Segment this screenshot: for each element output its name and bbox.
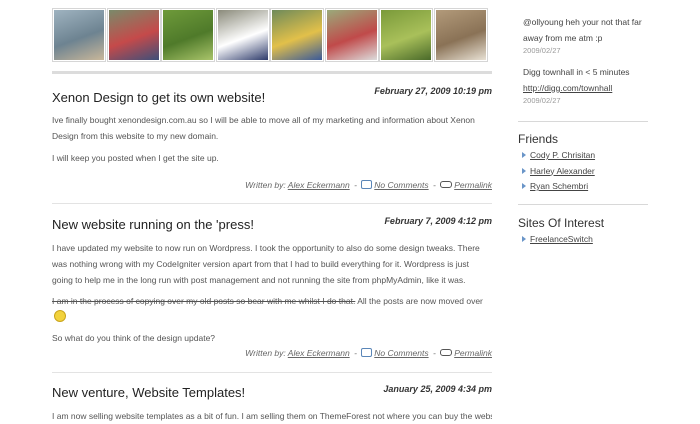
blog-post: February 27, 2009 10:19 pm Xenon Design …: [52, 86, 492, 196]
cyclists-photo-3: [272, 10, 322, 60]
author-link[interactable]: Alex Eckermann: [288, 348, 350, 358]
friends-heading: Friends: [518, 132, 559, 146]
meta-separator: -: [354, 348, 357, 358]
post-paragraph: I have updated my website to now run on …: [52, 243, 480, 285]
peloton-photo: [326, 10, 377, 60]
cyclists-photo-3-thumbnail[interactable]: [270, 8, 324, 62]
permalink-link[interactable]: Permalink: [454, 348, 492, 358]
tweet-timestamp: 2009/02/27: [523, 96, 561, 105]
post-body: I am now selling website templates as a …: [52, 408, 492, 424]
post-paragraph: I will keep you posted when I get the si…: [52, 153, 219, 163]
meta-separator: -: [354, 180, 357, 190]
sand-shell-photo-thumbnail[interactable]: [433, 8, 488, 62]
bullet-arrow-icon: [522, 236, 526, 242]
friends-list: Cody P. Chrisitan Harley Alexander Ryan …: [522, 148, 595, 195]
meta-separator: -: [432, 180, 436, 190]
bullet-arrow-icon: [522, 167, 526, 174]
post-paragraph: So what do you think of the design updat…: [52, 333, 216, 343]
post-paragraph: I am now selling website templates as a …: [52, 411, 492, 421]
friend-link[interactable]: Ryan Schembri: [530, 181, 588, 191]
beach-photo-thumbnail[interactable]: [52, 8, 106, 62]
site-link[interactable]: FreelanceSwitch: [530, 234, 593, 244]
sand-shell-photo: [435, 10, 486, 60]
cyclists-photo-2: [217, 10, 268, 60]
bullet-arrow-icon: [522, 183, 526, 189]
cyclists-photo-2-thumbnail[interactable]: [215, 8, 270, 62]
comments-link[interactable]: No Comments: [374, 348, 428, 358]
post-divider: [52, 203, 492, 204]
written-by-label: Written by:: [245, 348, 286, 358]
post-date: January 25, 2009 4:34 pm: [383, 384, 492, 394]
tweet: Digg townhall in < 5 minutes http://digg…: [523, 64, 643, 106]
update-text: All the posts are now moved over: [355, 296, 483, 306]
grapes-photo-thumbnail[interactable]: [379, 8, 433, 62]
post-title-link[interactable]: Xenon Design to get its own website!: [52, 90, 265, 105]
post-date: February 27, 2009 10:19 pm: [374, 86, 492, 96]
post-meta: Written by: Alex Eckermann - No Comments…: [245, 180, 492, 190]
cyclists-photo-1-thumbnail[interactable]: [106, 8, 161, 62]
post-body: Ive finally bought xenondesign.com.au so…: [52, 112, 492, 166]
site-item: FreelanceSwitch: [522, 232, 593, 248]
sites-heading: Sites Of Interest: [518, 216, 605, 230]
post-paragraph: Ive finally bought xenondesign.com.au so…: [52, 115, 475, 141]
header-divider: [52, 71, 492, 74]
sites-list: FreelanceSwitch: [522, 232, 593, 248]
cyclists-photo-1: [108, 10, 159, 60]
chain-link-icon: [440, 349, 453, 356]
friend-item: Ryan Schembri: [522, 179, 595, 195]
written-by-label: Written by:: [245, 180, 286, 190]
meta-separator: -: [432, 348, 436, 358]
tweet-text: Digg townhall in < 5 minutes: [523, 67, 630, 77]
vine-leaves-photo: [163, 10, 213, 60]
post-paragraph: I am in the process of copying over my o…: [52, 293, 492, 325]
comment-bubble-icon: [361, 348, 373, 357]
friend-item: Harley Alexander: [522, 164, 595, 180]
post-date: February 7, 2009 4:12 pm: [384, 216, 492, 226]
grapes-photo: [381, 10, 431, 60]
tweet-text: @ollyoung heh your not that far away fro…: [523, 17, 642, 43]
post-title-link[interactable]: New venture, Website Templates!: [52, 385, 245, 400]
post-title-link[interactable]: New website running on the 'press!: [52, 217, 254, 232]
photo-thumbnail-strip: [52, 8, 492, 62]
friend-link[interactable]: Cody P. Chrisitan: [530, 150, 595, 160]
peloton-photo-thumbnail[interactable]: [324, 8, 379, 62]
vine-leaves-photo-thumbnail[interactable]: [161, 8, 215, 62]
friend-link[interactable]: Harley Alexander: [530, 166, 595, 176]
struck-text: I am in the process of copying over my o…: [52, 296, 356, 306]
post-body: I have updated my website to now run on …: [52, 240, 492, 346]
sidebar-divider: [518, 121, 648, 122]
friend-item: Cody P. Chrisitan: [522, 148, 595, 164]
permalink-link[interactable]: Permalink: [454, 180, 492, 190]
post-meta: Written by: Alex Eckermann - No Comments…: [245, 348, 492, 358]
post-divider: [52, 372, 492, 373]
tweet-link[interactable]: http://digg.com/townhall: [523, 83, 612, 93]
sidebar-divider: [518, 204, 648, 205]
comment-bubble-icon: [361, 180, 373, 189]
chain-link-icon: [440, 181, 453, 188]
comments-link[interactable]: No Comments: [374, 180, 428, 190]
author-link[interactable]: Alex Eckermann: [288, 180, 350, 190]
tweet-timestamp: 2009/02/27: [523, 46, 561, 55]
blog-post: January 25, 2009 4:34 pm New venture, We…: [52, 384, 492, 424]
bullet-arrow-icon: [522, 152, 526, 158]
beach-photo: [54, 10, 104, 60]
blog-post: February 7, 2009 4:12 pm New website run…: [52, 216, 492, 358]
tweet: @ollyoung heh your not that far away fro…: [523, 14, 643, 56]
smiley-icon: [54, 310, 66, 322]
